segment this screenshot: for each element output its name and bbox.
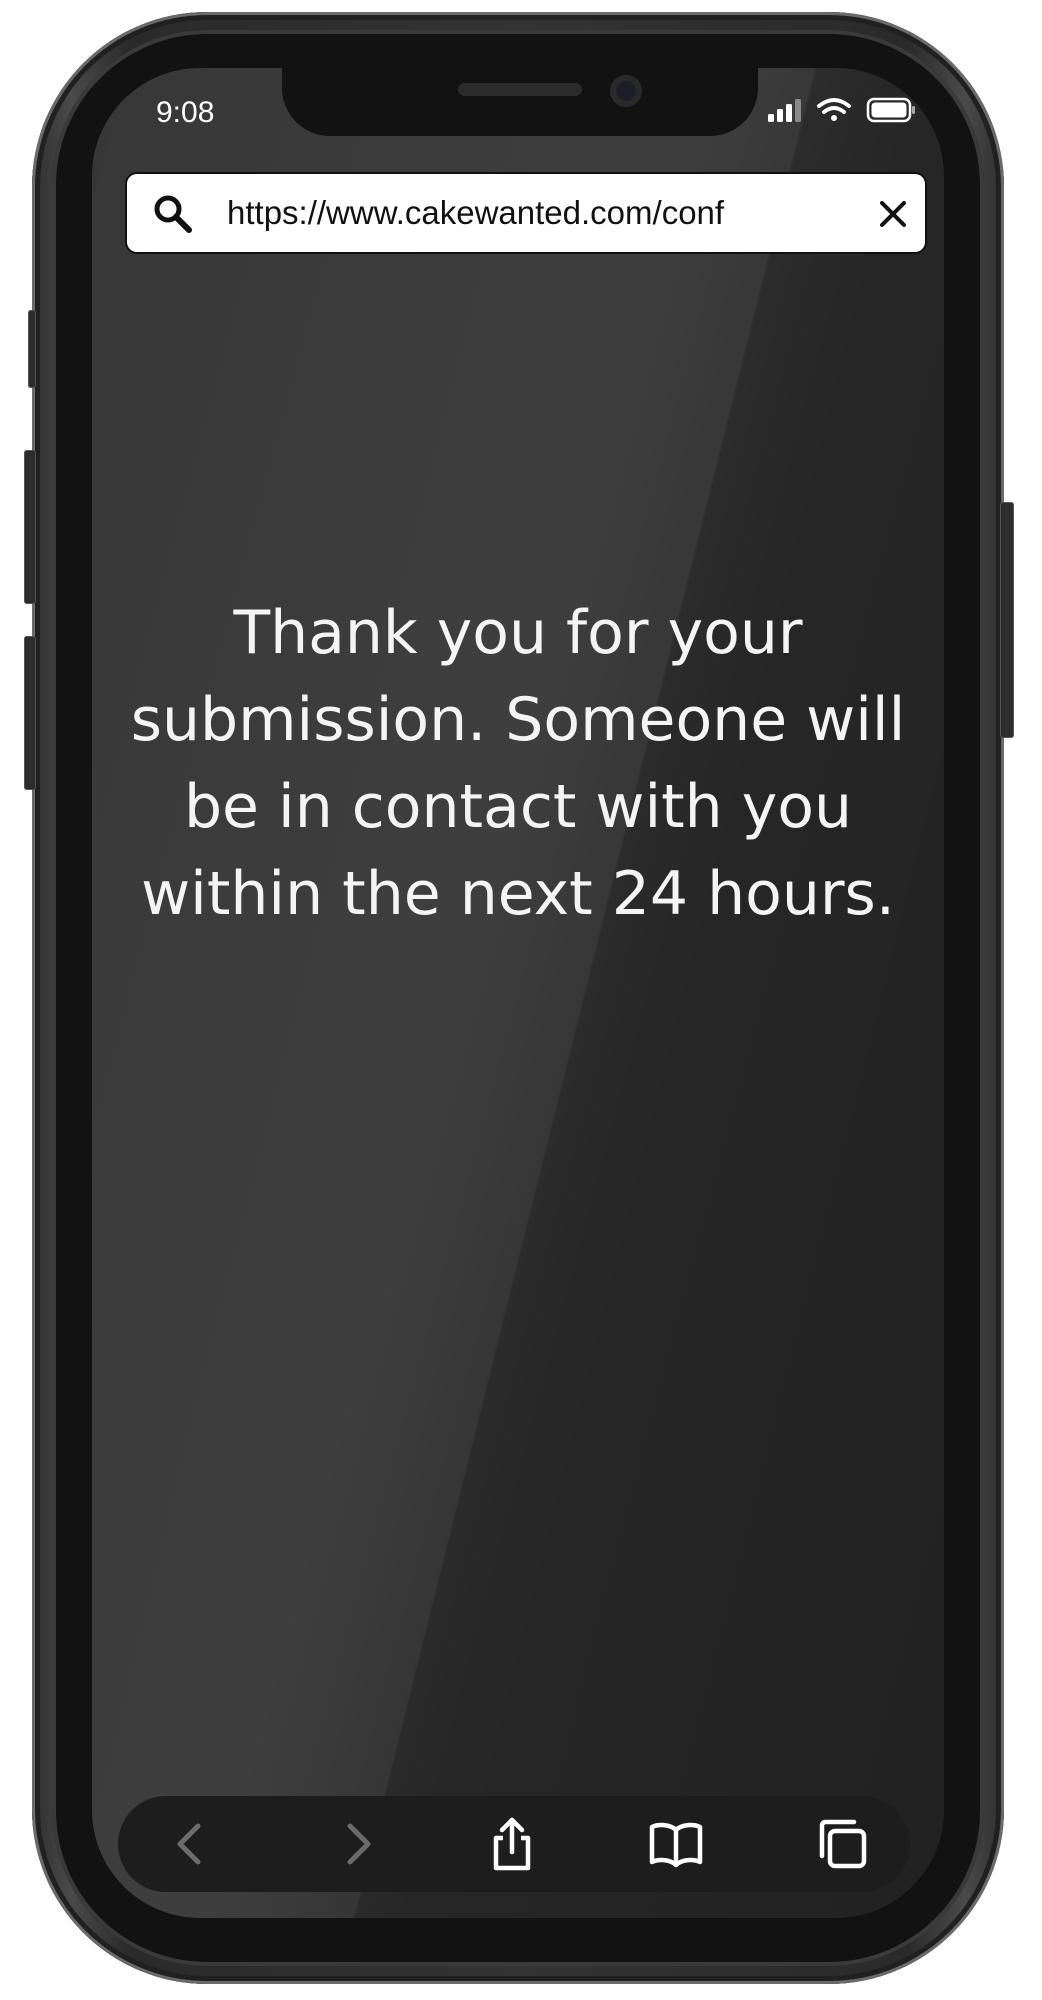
search-icon bbox=[151, 192, 195, 236]
back-button[interactable] bbox=[160, 1814, 220, 1874]
silent-switch bbox=[28, 310, 36, 388]
address-bar[interactable]: https://www.cakewanted.com/conf bbox=[127, 174, 925, 252]
forward-icon bbox=[347, 1823, 371, 1865]
tabs-button[interactable] bbox=[812, 1814, 872, 1874]
bookmarks-icon bbox=[649, 1822, 703, 1868]
screen bbox=[92, 68, 944, 1918]
clear-url-button[interactable] bbox=[873, 194, 913, 234]
cellular-signal-icon bbox=[768, 99, 801, 122]
earpiece-speaker bbox=[458, 83, 582, 96]
browser-toolbar bbox=[118, 1796, 910, 1892]
share-icon bbox=[493, 1817, 531, 1871]
back-icon bbox=[177, 1823, 201, 1865]
notch bbox=[282, 68, 758, 136]
url-field[interactable]: https://www.cakewanted.com/conf bbox=[227, 192, 867, 234]
power-button bbox=[1000, 502, 1014, 738]
forward-button[interactable] bbox=[328, 1814, 388, 1874]
screen-glare bbox=[92, 68, 944, 1918]
wifi-icon bbox=[817, 98, 851, 121]
tabs-icon bbox=[819, 1819, 867, 1869]
confirmation-message: Thank you for your submission. Someone w… bbox=[130, 598, 906, 929]
status-time: 9:08 bbox=[156, 96, 215, 129]
status-icons bbox=[766, 96, 916, 126]
close-icon bbox=[880, 201, 906, 227]
volume-up-button bbox=[24, 450, 36, 604]
share-button[interactable] bbox=[482, 1814, 542, 1874]
bookmarks-button[interactable] bbox=[646, 1814, 706, 1874]
front-camera bbox=[610, 75, 642, 107]
battery-icon bbox=[866, 97, 915, 123]
volume-down-button bbox=[24, 636, 36, 790]
